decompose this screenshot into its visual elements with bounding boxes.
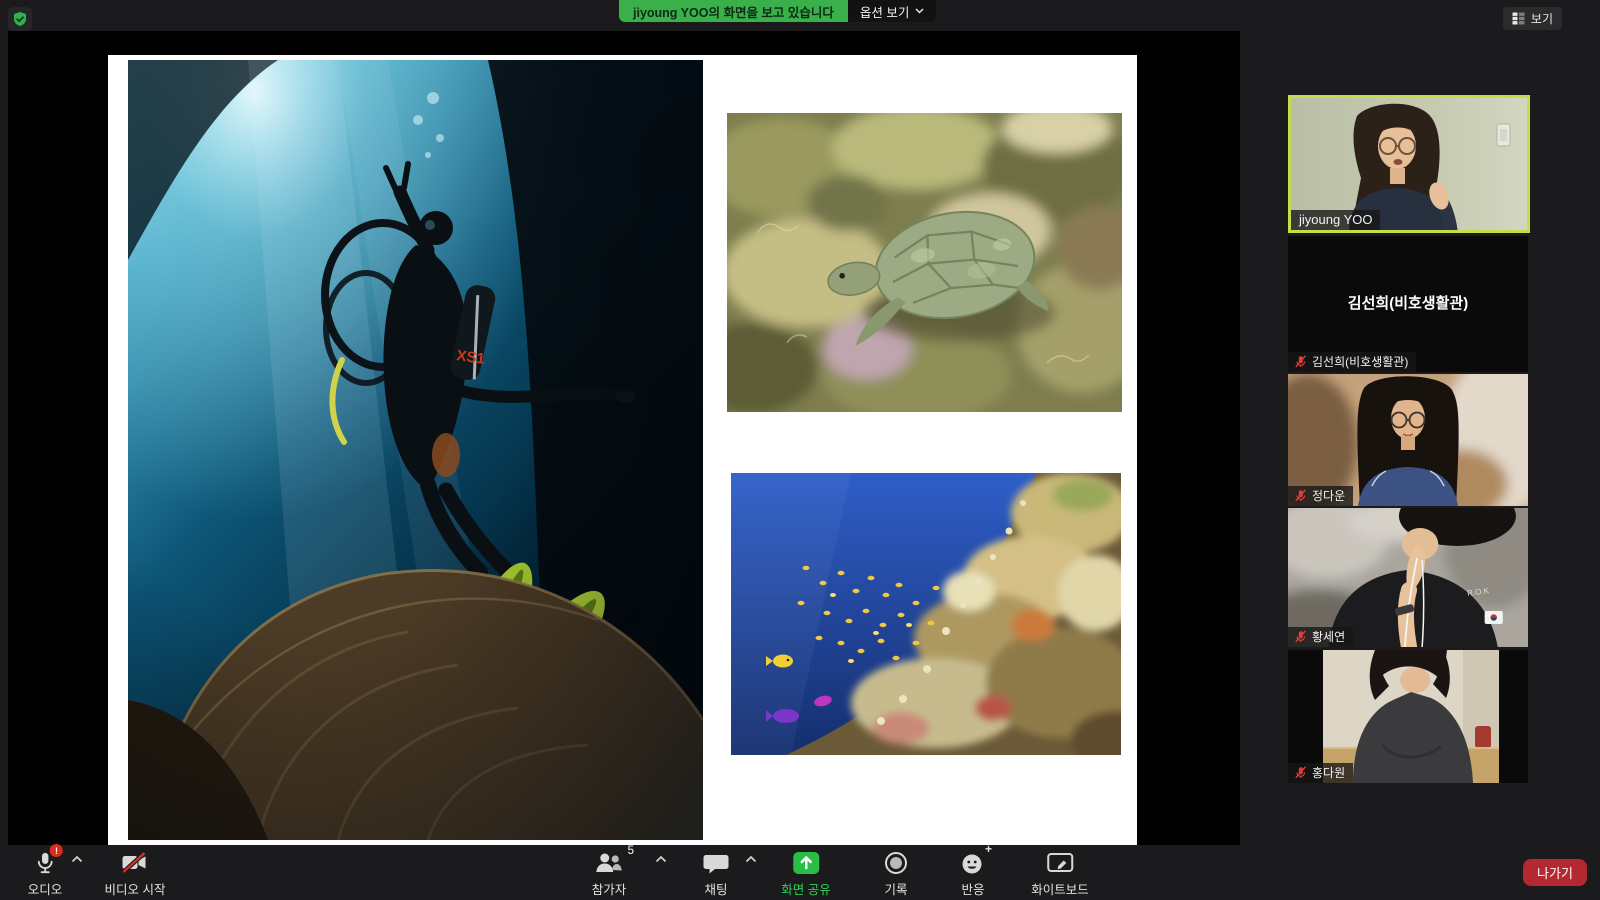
- gallery-grid-icon: [1512, 12, 1525, 25]
- chat-bubble-icon: [703, 851, 729, 875]
- photo-scuba-diver: XS1: [128, 60, 703, 840]
- participant-name-label: 홍다원: [1288, 763, 1353, 783]
- participant-tile-jung-dawoon[interactable]: 정다운: [1288, 374, 1528, 506]
- meeting-security-button[interactable]: [8, 7, 32, 31]
- audio-warning-badge: !: [50, 844, 63, 857]
- share-screen-button[interactable]: 화면 공유: [781, 849, 830, 898]
- record-button[interactable]: 기록: [884, 849, 908, 898]
- photo-sea-turtle: [727, 113, 1122, 412]
- view-options-label: 옵션 보기: [860, 2, 909, 21]
- participants-icon: [594, 851, 624, 875]
- record-icon: [884, 851, 908, 875]
- video-button[interactable]: 비디오 시작: [105, 849, 166, 898]
- chat-button[interactable]: 채팅: [703, 849, 729, 898]
- whiteboard-icon: [1046, 851, 1074, 875]
- chevron-down-icon: [915, 8, 924, 14]
- photo-coral-reef: [731, 473, 1121, 755]
- smiley-reaction-icon: [961, 851, 985, 875]
- muted-mic-icon: [1294, 489, 1307, 502]
- participants-panel: jiyoung YOO 김선희(비호생활관) 김선희(비호생활관): [1240, 31, 1600, 845]
- reactions-button[interactable]: + 반응: [961, 849, 985, 898]
- view-options-button[interactable]: 옵션 보기: [848, 0, 936, 22]
- shared-slide: XS1: [108, 55, 1137, 845]
- participants-options-chevron[interactable]: [655, 855, 667, 863]
- view-button-label: 보기: [1531, 10, 1553, 27]
- view-layout-button[interactable]: 보기: [1503, 7, 1562, 30]
- shield-check-icon: [12, 11, 28, 27]
- audio-button[interactable]: ! 오디오: [28, 849, 63, 898]
- participants-button[interactable]: 5 참가자: [592, 849, 627, 898]
- participant-center-name: 김선희(비호생활관): [1288, 292, 1528, 313]
- top-bar: jiyoung YOO의 화면을 보고 있습니다 옵션 보기 보기: [0, 0, 1600, 31]
- participants-count: 5: [628, 845, 634, 857]
- participant-tile-jiyoung-yoo[interactable]: jiyoung YOO: [1288, 95, 1530, 233]
- meeting-toolbar: ! 오디오 비디오 시작: [0, 845, 1600, 900]
- participant-name-label: 황세연: [1288, 627, 1353, 647]
- participant-tile-kim-sunhee[interactable]: 김선희(비호생활관) 김선희(비호생활관): [1288, 236, 1528, 372]
- banner-status-text: jiyoung YOO의 화면을 보고 있습니다: [619, 0, 848, 22]
- shared-screen-stage: XS1: [8, 31, 1240, 845]
- share-screen-icon: [792, 851, 820, 875]
- screen-share-banner: jiyoung YOO의 화면을 보고 있습니다 옵션 보기: [619, 0, 936, 22]
- reactions-plus-badge: +: [985, 842, 992, 856]
- camera-off-icon: [121, 851, 149, 875]
- chat-options-chevron[interactable]: [745, 855, 757, 863]
- participant-name-label: jiyoung YOO: [1291, 210, 1380, 230]
- participant-name-label: 정다운: [1288, 486, 1353, 506]
- zoom-meeting-window: jiyoung YOO의 화면을 보고 있습니다 옵션 보기 보기: [0, 0, 1600, 900]
- participant-tile-hong-dawon[interactable]: 홍다원: [1288, 650, 1528, 783]
- participant-tile-hwang-seyeon[interactable]: R.O.K 황세연: [1288, 508, 1528, 647]
- whiteboard-button[interactable]: 화이트보드: [1031, 849, 1089, 898]
- leave-meeting-button[interactable]: 나가기: [1523, 859, 1587, 886]
- muted-mic-icon: [1294, 630, 1307, 643]
- muted-mic-icon: [1294, 355, 1307, 368]
- audio-options-chevron[interactable]: [71, 855, 83, 863]
- participant-name-label: 김선희(비호생활관): [1288, 352, 1416, 372]
- muted-mic-icon: [1294, 766, 1307, 779]
